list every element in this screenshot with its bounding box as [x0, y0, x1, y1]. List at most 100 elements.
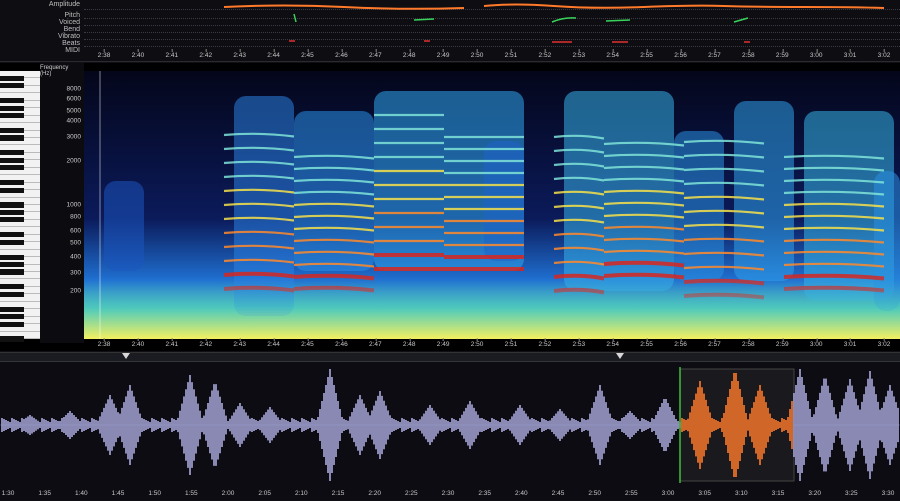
- time-tick-label: 2:58: [742, 338, 755, 348]
- time-tick-label: 2:43: [233, 49, 246, 59]
- time-tick-label: 2:41: [165, 338, 179, 348]
- track-label-vibrato: Vibrato: [57, 33, 80, 40]
- piano-key[interactable]: [0, 294, 40, 302]
- time-tick-label: 3:02: [877, 49, 891, 59]
- selection-region[interactable]: [679, 368, 795, 482]
- frequency-tick-label: 400: [70, 253, 81, 261]
- time-tick-label: 2:51: [504, 338, 518, 348]
- piano-key[interactable]: [0, 116, 40, 124]
- time-tick-label: 1:30: [1, 490, 15, 497]
- time-tick-label: 2:42: [199, 338, 213, 348]
- frequency-tick-label: 500: [70, 239, 81, 247]
- pitch-segment: [293, 13, 297, 23]
- overview-scroll-bar[interactable]: [0, 353, 900, 362]
- time-tick-label: 3:01: [843, 338, 857, 348]
- frequency-tick-label: 800: [70, 213, 81, 221]
- time-tick-label: 2:38: [97, 49, 111, 59]
- time-tick-label: 2:44: [267, 338, 280, 348]
- piano-key[interactable]: [0, 168, 40, 176]
- time-tick-label: 2:45: [301, 49, 314, 59]
- frequency-tick-label: 4000: [66, 117, 81, 125]
- time-tick-label: 2:47: [368, 49, 382, 59]
- piano-key[interactable]: [0, 242, 40, 250]
- time-tick-label: 2:59: [775, 49, 789, 59]
- time-tick-label: 3:05: [698, 490, 711, 497]
- piano-key[interactable]: [0, 190, 40, 198]
- track-label-beats: Beats: [62, 40, 80, 47]
- time-tick-label: 1:45: [111, 490, 125, 497]
- time-tick-label: 2:50: [588, 490, 601, 497]
- frequency-axis: Frequency (Hz) 8000 6000 5000 4000 3000 2000 1…: [40, 63, 84, 343]
- time-tick-label: 2:40: [515, 490, 528, 497]
- top-time-ruler: 2:38 2:40 2:41 2:42 2:43 2:44 2:45 2:46 2:47 2:48…: [84, 49, 900, 62]
- piano-key[interactable]: [0, 138, 40, 146]
- midi-note-marks: [289, 40, 750, 43]
- time-tick-label: 2:53: [572, 338, 586, 348]
- frequency-tick-label: 2000: [66, 157, 81, 165]
- time-tick-label: 2:46: [335, 338, 348, 348]
- frequency-tick-label: 300: [70, 269, 81, 277]
- time-tick-label: 2:55: [625, 490, 638, 497]
- triangle-down-icon[interactable]: [122, 353, 130, 359]
- time-tick-label: 2:47: [368, 338, 382, 348]
- time-tick-label: 3:00: [809, 49, 823, 59]
- time-tick-label: 2:35: [478, 490, 491, 497]
- time-tick-label: 2:44: [267, 49, 280, 59]
- time-tick-label: 3:01: [843, 49, 857, 59]
- time-tick-label: 2:51: [504, 49, 518, 59]
- frequency-tick-label: 1000: [66, 201, 81, 209]
- time-tick-label: 2:05: [258, 490, 271, 497]
- time-tick-label: 3:25: [845, 490, 858, 497]
- time-tick-label: 2:00: [221, 490, 235, 497]
- piano-keyboard[interactable]: [0, 71, 41, 342]
- piano-black-key[interactable]: [0, 336, 24, 342]
- frequency-tick-label: 3000: [66, 133, 81, 141]
- time-tick-label: 3:10: [735, 490, 748, 497]
- time-tick-label: 2:46: [335, 49, 348, 59]
- time-tick-label: 2:43: [233, 338, 246, 348]
- time-tick-label: 3:00: [809, 338, 823, 348]
- spectral-energy-region: [484, 141, 524, 261]
- time-tick-label: 2:56: [674, 49, 687, 59]
- track-label-midi: MIDI: [65, 47, 80, 54]
- time-tick-label: 3:02: [877, 338, 891, 348]
- low-frequency-energy: [84, 276, 900, 339]
- time-tick-label: 2:57: [708, 49, 721, 59]
- pitch-amplitude-curves[interactable]: [84, 0, 900, 50]
- frequency-tick-label: 5000: [66, 107, 81, 115]
- frequency-tick-label: 200: [70, 287, 81, 295]
- frequency-tick-label: 8000: [66, 85, 81, 93]
- time-tick-label: 2:10: [295, 490, 308, 497]
- time-tick-label: 2:48: [402, 338, 416, 348]
- time-tick-label: 2:25: [405, 490, 418, 497]
- time-tick-label: 2:52: [538, 338, 552, 348]
- track-label-voiced: Voiced: [58, 19, 80, 26]
- piano-key[interactable]: [0, 272, 40, 280]
- time-tick-label: 2:50: [470, 49, 484, 59]
- piano-key[interactable]: [0, 220, 40, 228]
- time-tick-label: 2:55: [640, 49, 653, 59]
- waveform-panel: 1:30 1:35 1:40 1:45 1:50 1:55 2:00 2:05 2:10 2:15…: [0, 352, 900, 500]
- piano-key[interactable]: [0, 324, 40, 332]
- time-tick-label: 3:30: [881, 490, 895, 497]
- spectrogram-view[interactable]: [84, 71, 900, 339]
- frequency-tick-label: 600: [70, 227, 81, 235]
- time-tick-label: 2:53: [572, 49, 586, 59]
- time-tick-label: 2:54: [606, 49, 620, 59]
- time-tick-label: 3:00: [661, 490, 675, 497]
- pitch-segment: [605, 19, 631, 22]
- waveform-view[interactable]: [0, 363, 900, 487]
- frequency-tick-label: 6000: [66, 95, 81, 103]
- time-tick-label: 2:45: [301, 338, 314, 348]
- piano-key[interactable]: [0, 86, 40, 94]
- time-tick-label: 2:41: [165, 49, 179, 59]
- time-tick-label: 2:50: [470, 338, 484, 348]
- time-tick-label: 2:52: [538, 49, 552, 59]
- track-label-bend: Bend: [63, 26, 80, 33]
- time-tick-label: 2:57: [708, 338, 721, 348]
- time-tick-label: 3:20: [808, 490, 821, 497]
- triangle-down-icon[interactable]: [616, 353, 624, 359]
- spectrogram-panel: Frequency (Hz) 8000 6000 5000 4000 3000 2000 1…: [0, 63, 900, 351]
- time-tick-label: 2:55: [640, 338, 653, 348]
- time-tick-label: 2:49: [436, 49, 450, 59]
